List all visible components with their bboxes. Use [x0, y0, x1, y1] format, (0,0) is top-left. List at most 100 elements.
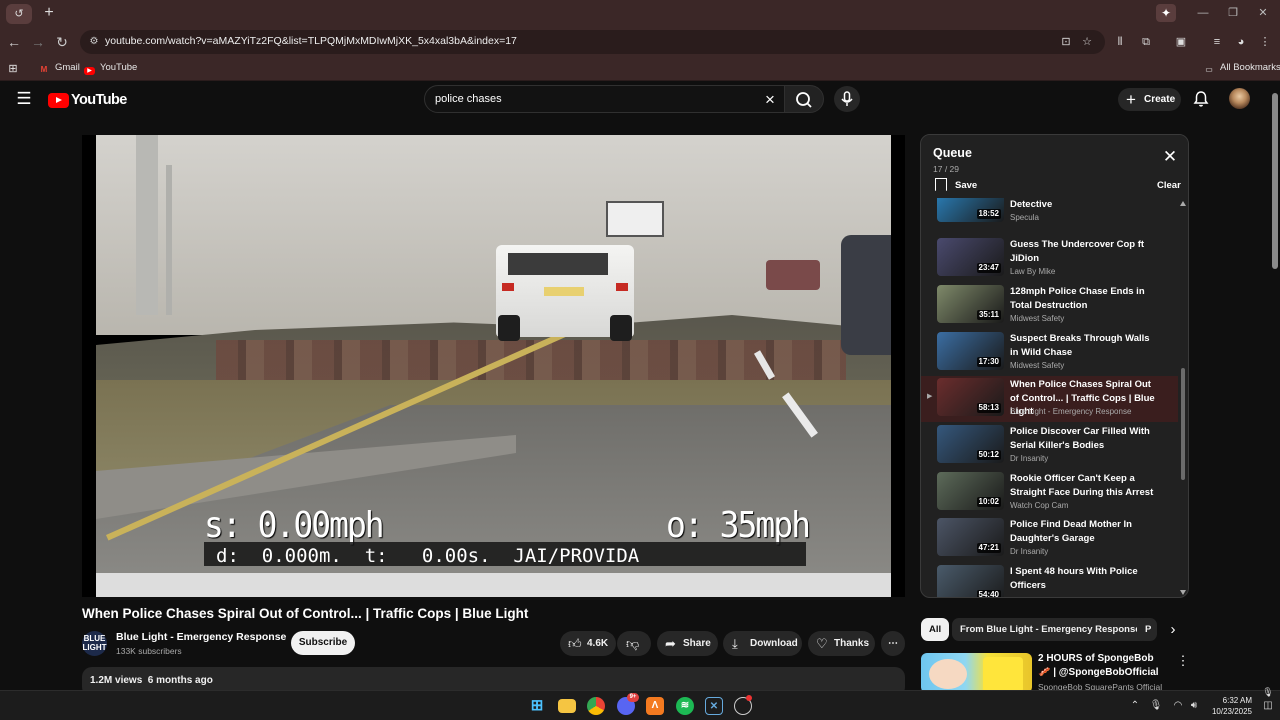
scroll-up-icon[interactable] [1180, 201, 1186, 206]
extension-icon[interactable]: ⦀ [1112, 34, 1128, 50]
queue-scrollbar-thumb[interactable] [1181, 368, 1185, 480]
back-button[interactable]: ← [4, 32, 24, 52]
dislike-button[interactable]: 👎︎ [617, 631, 651, 656]
notification-center-icon[interactable]: ◫ [1261, 699, 1275, 713]
thanks-button[interactable]: ♡ Thanks [808, 631, 875, 656]
queue-item[interactable]: 35:11 128mph Police Chase Ends in Total … [921, 283, 1178, 330]
app-icon-terminal[interactable]: ✕ [705, 697, 723, 715]
queue-scrollbar[interactable] [1180, 198, 1188, 597]
create-button[interactable]: + Create [1118, 88, 1181, 111]
install-app-icon[interactable]: ⊡ [1058, 34, 1074, 50]
media-controls-icon[interactable]: ≡ [1209, 34, 1225, 50]
tray-chevron-up-icon[interactable]: ⌃ [1128, 699, 1142, 713]
file-explorer-icon[interactable] [558, 699, 576, 713]
close-queue-icon[interactable]: ✕ [1162, 148, 1178, 165]
squidward-art [929, 659, 967, 689]
site-info-icon[interactable]: ⚙ [86, 34, 102, 50]
search-icon [796, 92, 812, 108]
clear-queue-button[interactable]: Clear [1157, 180, 1181, 191]
discord-icon[interactable]: 9+ [617, 693, 639, 715]
video-thumbnail: 35:11 [937, 285, 1004, 323]
mic-tray-icon[interactable]: 🎙︎ [1149, 699, 1163, 713]
chip-from-channel[interactable]: From Blue Light - Emergency Response [952, 618, 1149, 641]
video-thumbnail: 17:30 [937, 332, 1004, 370]
spongebob-art [983, 657, 1023, 693]
queue-position: 17 / 29 [933, 164, 959, 174]
browser-menu-icon[interactable]: ⋮ [1257, 34, 1273, 50]
minimize-button[interactable]: — [1188, 5, 1218, 21]
like-button[interactable]: 👍︎ 4.6K [560, 631, 616, 656]
mic-in-use-icon: 🎙︎ [1262, 687, 1274, 697]
video-thumbnail: 50:12 [937, 425, 1004, 463]
queue-item[interactable]: 50:12 Police Discover Car Filled With Se… [921, 423, 1178, 470]
chrome-icon[interactable] [587, 697, 605, 715]
channel-avatar[interactable]: BLUE LIGHT [82, 631, 107, 656]
bookmark-gmail[interactable]: M Gmail [38, 61, 80, 75]
youtube-header: ☰ YouTube police chases × + Create [0, 81, 1270, 119]
save-queue-button[interactable]: Save [935, 178, 977, 191]
account-avatar[interactable] [1229, 88, 1250, 109]
app-icon-orange[interactable]: Λ [646, 697, 664, 715]
bookmark-icon [935, 178, 947, 191]
video-player[interactable]: s: 0.00mph o: 35mph d: 0.000m. t: 0.00s.… [82, 135, 905, 597]
scroll-down-icon[interactable] [1180, 590, 1186, 595]
search-input[interactable]: police chases × [424, 85, 785, 113]
channel-name[interactable]: Blue Light - Emergency Response [116, 631, 286, 643]
recommended-thumbnail[interactable] [921, 653, 1032, 693]
all-bookmarks[interactable]: ▭ All Bookmarks [1203, 61, 1280, 75]
close-window-button[interactable]: ✕ [1248, 5, 1278, 21]
share-button[interactable]: ➦ Share [657, 631, 718, 656]
video-thumbnail: 10:02 [937, 472, 1004, 510]
url-text[interactable]: youtube.com/watch?v=aMAZYiTz2FQ&list=TLP… [105, 35, 517, 47]
more-actions-button[interactable]: ⋯ [881, 631, 905, 656]
white-car [496, 245, 634, 341]
queue-item[interactable]: 47:21 Police Find Dead Mother In Daughte… [921, 516, 1178, 563]
bookmark-youtube[interactable]: ▶ YouTube [84, 61, 137, 75]
wifi-icon[interactable]: ◠ [1171, 699, 1185, 713]
profile-icon[interactable]: ◕ [1233, 34, 1249, 50]
queue-item-now-playing[interactable]: ▶ 58:13 When Police Chases Spiral Out of… [921, 376, 1178, 422]
system-clock[interactable]: 6:32 AM 10/23/2025 [1206, 695, 1252, 717]
thanks-icon: ♡ [816, 636, 828, 651]
spotify-icon[interactable]: ≋ [676, 697, 694, 715]
hamburger-menu-icon[interactable]: ☰ [15, 90, 33, 108]
address-bar[interactable]: ⚙ youtube.com/watch?v=aMAZYiTz2FQ&list=T… [80, 30, 1105, 54]
queue-item[interactable]: 23:47 Guess The Undercover Cop ft JiDion… [921, 236, 1178, 283]
volume-icon[interactable]: 🔊︎ [1187, 699, 1201, 713]
chevron-right-icon[interactable]: › [1164, 620, 1182, 640]
voice-search-button[interactable] [834, 86, 860, 112]
search-button[interactable] [784, 85, 824, 113]
discord-badge: 9+ [627, 693, 639, 702]
windows-start-icon[interactable]: ⊞ [528, 697, 546, 715]
extensions-puzzle-icon[interactable]: ⧉ [1138, 34, 1154, 50]
forward-button[interactable]: → [28, 32, 48, 52]
queue-item[interactable]: 18:52 When Suspects Try To Kill The Dete… [921, 198, 1178, 229]
queue-item[interactable]: 17:30 Suspect Breaks Through Walls in Wi… [921, 330, 1178, 377]
recommended-title[interactable]: 2 HOURS of SpongeBob 🥓 | @SpongeBobOffic… [1038, 652, 1163, 680]
chip-partial[interactable]: P [1137, 618, 1157, 641]
queue-title: Queue [933, 146, 972, 160]
clear-search-icon[interactable]: × [762, 91, 778, 108]
download-button[interactable]: ⤓ Download [723, 631, 802, 656]
queue-item[interactable]: 10:02 Rookie Officer Can't Keep a Straig… [921, 470, 1178, 517]
gemini-icon[interactable]: ✦ [1156, 4, 1176, 22]
road-sign [606, 201, 664, 237]
queue-item[interactable]: 54:40 I Spent 48 hours With Police Offic… [921, 563, 1178, 597]
windows-taskbar: ⊞ 9+ Λ ≋ ✕ ⌃ 🎙︎ ◠ 🔊︎ 6:32 AM 10/23/2025 … [0, 687, 1280, 720]
reload-button[interactable]: ↻ [52, 32, 72, 52]
restore-button[interactable]: ❐ [1218, 5, 1248, 21]
page-scrollbar-thumb[interactable] [1272, 93, 1278, 269]
active-tab[interactable]: ↺ [6, 4, 32, 24]
page-scrollbar[interactable] [1270, 81, 1280, 690]
chip-all[interactable]: All [921, 618, 950, 641]
notifications-bell-icon[interactable] [1192, 90, 1210, 108]
split-view-icon[interactable]: ▣ [1173, 34, 1189, 50]
app-icon-snip[interactable] [734, 695, 752, 715]
plus-icon: + [1126, 90, 1136, 109]
thumbs-down-icon: 👎︎ [626, 636, 640, 651]
bookmark-star-icon[interactable]: ☆ [1079, 34, 1095, 50]
subscribe-button[interactable]: Subscribe [291, 631, 355, 655]
new-tab-button[interactable]: + [40, 3, 58, 23]
more-options-icon[interactable]: ⋮ [1176, 654, 1190, 668]
apps-grid-icon[interactable]: ⊞ [7, 61, 24, 75]
